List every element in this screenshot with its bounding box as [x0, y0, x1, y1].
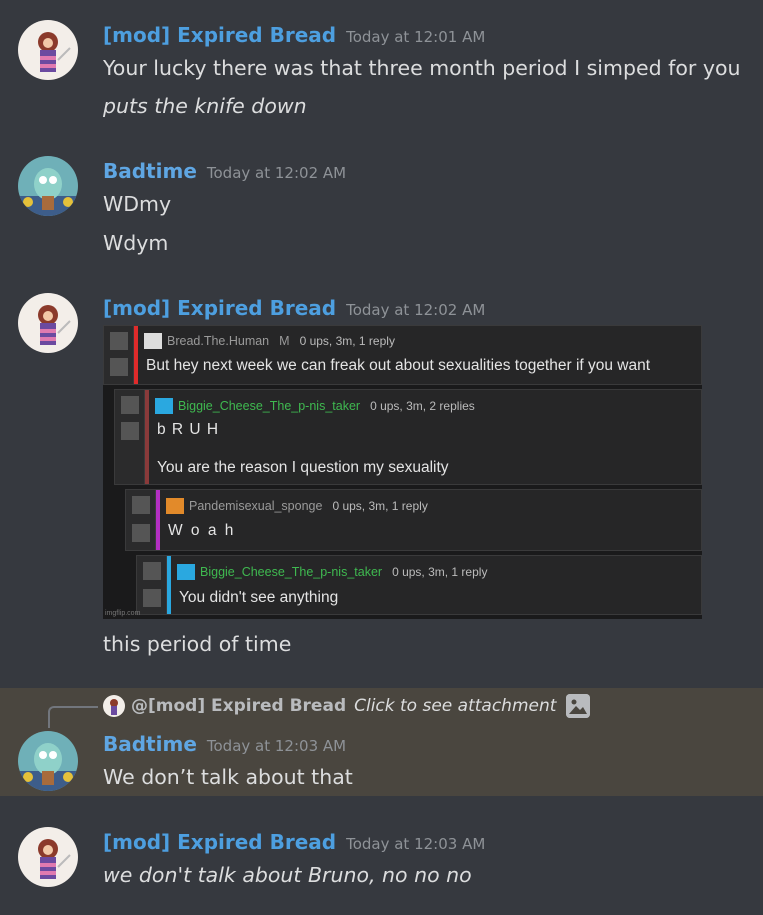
- embed-comment: Biggie_Cheese_The_p-nis_taker 0 ups, 3m,…: [114, 389, 702, 485]
- message-text: We don’t talk about that: [103, 765, 353, 789]
- avatar-expired-bread[interactable]: [18, 20, 78, 80]
- comment-text: You didn't see anything: [179, 589, 339, 606]
- reply-preview[interactable]: Click to see attachment: [354, 696, 556, 716]
- message-text: Your lucky there was that three month pe…: [103, 56, 741, 80]
- comment-meta: 0 ups, 3m, 1 reply: [332, 499, 428, 513]
- timestamp: Today at 12:03 AM: [206, 737, 347, 755]
- message-header: Badtime Today at 12:02 AM: [103, 159, 346, 183]
- user-flair-icon: [177, 564, 195, 580]
- reply-username[interactable]: @[mod] Expired Bread: [131, 696, 346, 716]
- image-icon: [566, 694, 591, 718]
- vote-column: [126, 490, 156, 550]
- vote-column: [115, 390, 145, 484]
- downvote-icon: [110, 358, 128, 376]
- message-text: this period of time: [103, 632, 292, 656]
- vote-column: [137, 556, 167, 614]
- vote-column: [104, 326, 134, 384]
- upvote-icon: [121, 396, 139, 414]
- downvote-icon: [143, 589, 161, 607]
- comment-meta: 0 ups, 3m, 2 replies: [370, 399, 475, 413]
- timestamp: Today at 12:03 AM: [346, 835, 486, 853]
- comment-user: Bread.The.Human: [167, 334, 270, 348]
- avatar-badtime[interactable]: [18, 731, 78, 791]
- chat-log: [mod] Expired Bread Today at 12:01 AM You…: [0, 0, 763, 915]
- timestamp: Today at 12:02 AM: [346, 301, 486, 319]
- downvote-icon: [121, 422, 139, 440]
- comment-meta: 0 ups, 3m, 1 reply: [392, 565, 488, 579]
- comment-user: Pandemisexual_sponge: [189, 499, 323, 513]
- username[interactable]: [mod] Expired Bread: [103, 23, 336, 47]
- comment-flag: M: [279, 334, 290, 348]
- comment-bar: [134, 326, 138, 384]
- avatar-badtime[interactable]: [18, 156, 78, 216]
- timestamp: Today at 12:01 AM: [346, 28, 486, 46]
- user-flair-icon: [155, 398, 173, 414]
- reply-spine: [48, 706, 98, 728]
- message-header: Badtime Today at 12:03 AM: [103, 732, 346, 756]
- comment-bar: [156, 490, 160, 550]
- user-flair-icon: [144, 333, 162, 349]
- message-text: we don't talk about Bruno, no no no: [103, 863, 472, 887]
- message-header: [mod] Expired Bread Today at 12:01 AM: [103, 23, 485, 47]
- comment-meta: 0 ups, 3m, 1 reply: [299, 334, 395, 348]
- comment-text: You are the reason I question my sexuali…: [157, 459, 449, 476]
- message-header: [mod] Expired Bread Today at 12:02 AM: [103, 296, 485, 320]
- comment-text: But hey next week we can freak out about…: [146, 357, 651, 374]
- downvote-icon: [132, 524, 150, 542]
- embed-comment: Pandemisexual_sponge 0 ups, 3m, 1 reply …: [125, 489, 702, 551]
- upvote-icon: [132, 496, 150, 514]
- timestamp: Today at 12:02 AM: [206, 164, 347, 182]
- image-attachment[interactable]: Bread.The.Human M 0 ups, 3m, 1 reply But…: [103, 325, 702, 619]
- comment-bar: [145, 390, 149, 484]
- message-header: [mod] Expired Bread Today at 12:03 AM: [103, 830, 485, 854]
- comment-user: Biggie_Cheese_The_p-nis_taker: [200, 565, 383, 579]
- comment-text: b R U H: [157, 421, 220, 438]
- username[interactable]: Badtime: [103, 159, 197, 183]
- avatar-expired-bread[interactable]: [18, 827, 78, 887]
- upvote-icon: [110, 332, 128, 350]
- message-text: WDmy: [103, 192, 172, 216]
- embed-comment: Biggie_Cheese_The_p-nis_taker 0 ups, 3m,…: [136, 555, 702, 615]
- reply-avatar: [103, 695, 125, 717]
- comment-user: Biggie_Cheese_The_p-nis_taker: [178, 399, 361, 413]
- username[interactable]: Badtime: [103, 732, 197, 756]
- embed-comment: Bread.The.Human M 0 ups, 3m, 1 reply But…: [103, 325, 702, 385]
- username[interactable]: [mod] Expired Bread: [103, 296, 336, 320]
- message-text: puts the knife down: [103, 94, 307, 118]
- comment-bar: [167, 556, 171, 614]
- avatar-expired-bread[interactable]: [18, 293, 78, 353]
- username[interactable]: [mod] Expired Bread: [103, 830, 336, 854]
- watermark: imgflip.com: [105, 610, 141, 617]
- message-text: Wdym: [103, 231, 169, 255]
- reply-reference[interactable]: @[mod] Expired Bread Click to see attach…: [103, 694, 591, 718]
- crown-icon: [166, 498, 184, 514]
- upvote-icon: [143, 562, 161, 580]
- comment-text: W o a h: [168, 522, 236, 539]
